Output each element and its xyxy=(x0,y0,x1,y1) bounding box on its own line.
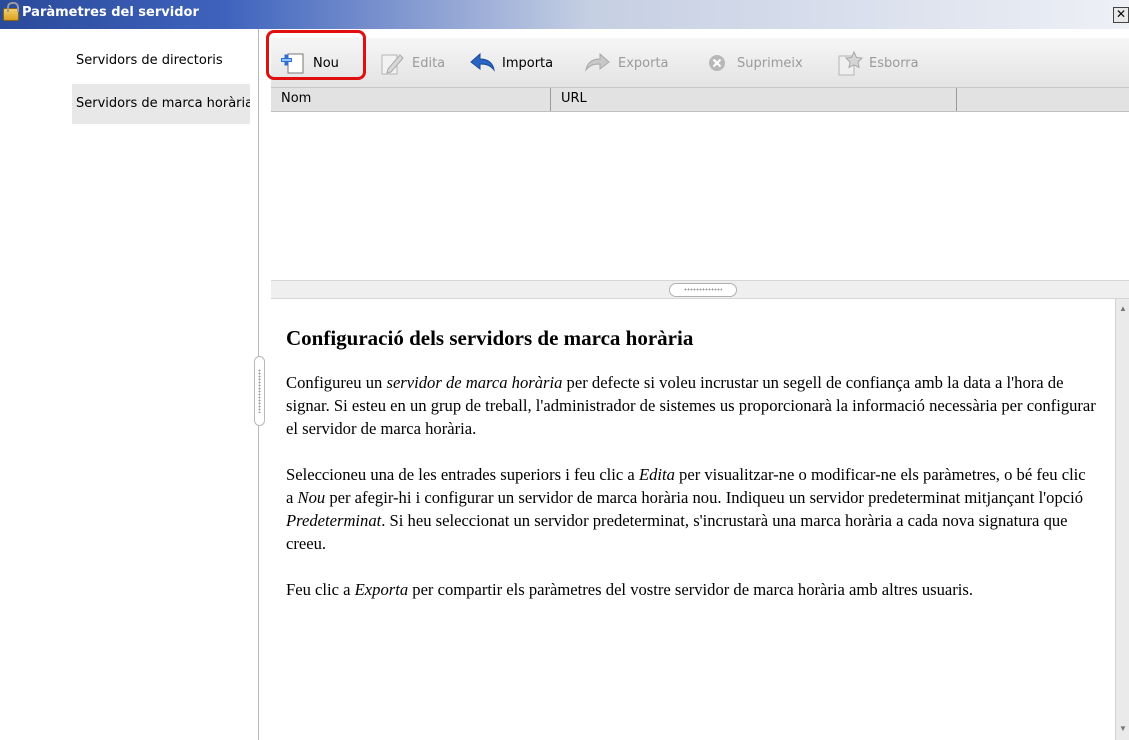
sidebar-item-directory-servers[interactable]: Servidors de directoris xyxy=(72,41,250,81)
clear-icon xyxy=(835,49,864,77)
export-icon xyxy=(584,49,612,77)
sidebar-item-label: Servidors de marca horària xyxy=(76,96,250,111)
help-paragraph-2: Seleccioneu una de les entrades superior… xyxy=(286,465,1086,553)
edit-button[interactable]: Edita xyxy=(378,44,445,82)
splitter-grip[interactable] xyxy=(669,283,737,297)
delete-icon xyxy=(703,49,731,77)
help-paragraph-3: Feu clic a Exporta per compartir els par… xyxy=(286,580,974,599)
delete-button[interactable]: Suprimeix xyxy=(703,44,803,82)
sidebar-resize-handle[interactable] xyxy=(254,356,265,426)
import-label: Importa xyxy=(502,55,554,71)
lock-icon xyxy=(3,2,19,21)
table-header: Nom URL xyxy=(271,88,1129,112)
help-paragraph-1: Configureu un servidor de marca horària … xyxy=(286,373,1096,438)
import-icon xyxy=(468,49,496,77)
export-button[interactable]: Exporta xyxy=(584,44,669,82)
scroll-down-icon[interactable]: ▼ xyxy=(1118,723,1128,735)
clear-button[interactable]: Esborra xyxy=(835,44,919,82)
sidebar: Servidors de directoris Servidors de mar… xyxy=(0,29,258,740)
servers-table-body[interactable] xyxy=(271,112,1129,280)
help-panel: Configuració dels servidors de marca hor… xyxy=(271,299,1115,740)
help-heading: Configuració dels servidors de marca hor… xyxy=(286,326,694,350)
clear-label: Esborra xyxy=(869,55,919,71)
import-button[interactable]: Importa xyxy=(468,44,553,82)
close-button[interactable]: ✕ xyxy=(1113,7,1129,23)
column-header-url[interactable]: URL xyxy=(551,88,957,111)
scroll-up-icon[interactable]: ▲ xyxy=(1118,303,1128,315)
sidebar-item-timestamp-servers[interactable]: Servidors de marca horària xyxy=(72,84,250,124)
toolbar: Nou Edita Importa Exporta Suprimeix Esbo… xyxy=(271,38,1129,88)
help-scrollbar[interactable]: ▲ ▼ xyxy=(1115,299,1129,740)
new-button-highlight xyxy=(266,30,366,80)
sidebar-item-label: Servidors de directoris xyxy=(76,53,223,68)
title-bar: Paràmetres del servidor ✕ xyxy=(0,0,1129,29)
window-title: Paràmetres del servidor xyxy=(22,5,199,20)
delete-label: Suprimeix xyxy=(737,55,803,71)
column-header-name[interactable]: Nom xyxy=(271,88,551,111)
edit-icon xyxy=(378,49,406,77)
edit-label: Edita xyxy=(412,55,446,71)
export-label: Exporta xyxy=(618,55,669,71)
